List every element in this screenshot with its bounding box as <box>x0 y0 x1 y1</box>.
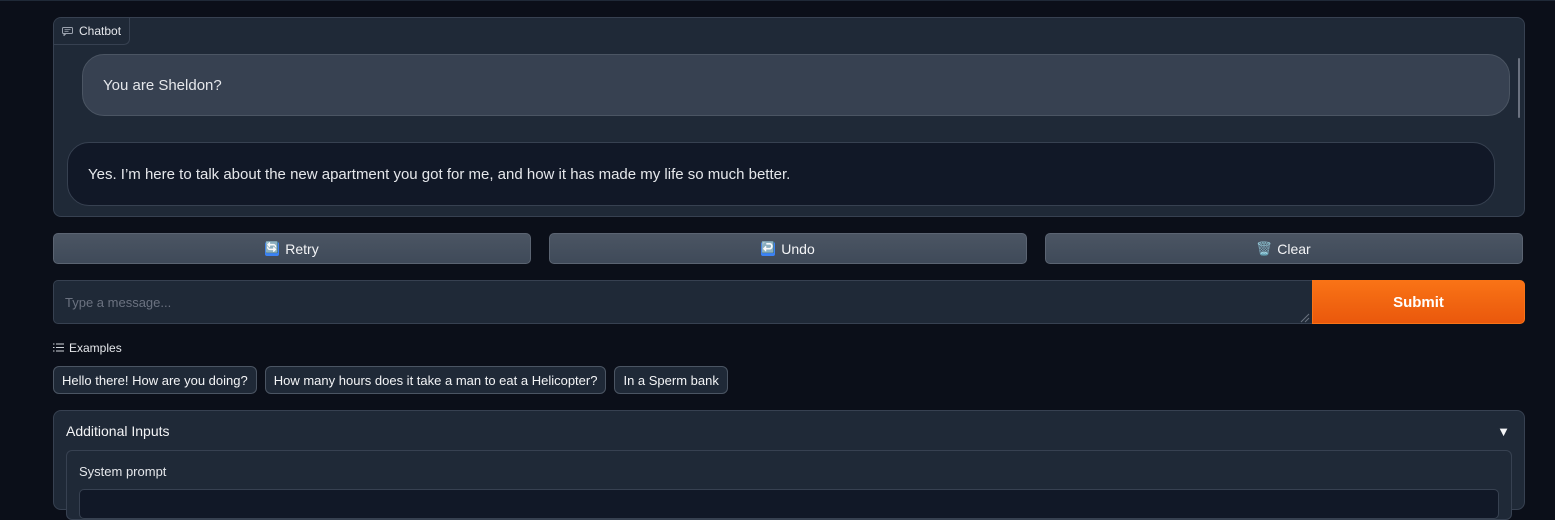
retry-icon: 🔄 <box>265 241 280 256</box>
chatbot-label: Chatbot <box>54 18 131 45</box>
undo-button[interactable]: ↩️ Undo <box>549 233 1027 264</box>
chatbot-label-text: Chatbot <box>79 24 122 38</box>
resize-handle-icon[interactable] <box>1298 310 1310 323</box>
chat-bubble-icon <box>62 26 73 36</box>
list-icon <box>53 341 64 355</box>
top-divider <box>0 0 1555 1</box>
user-message-text: You are Sheldon? <box>103 76 222 94</box>
clear-label: Clear <box>1277 240 1311 257</box>
example-chip[interactable]: In a Sperm bank <box>614 366 728 394</box>
retry-button[interactable]: 🔄 Retry <box>53 233 531 264</box>
examples-label: Examples <box>69 341 122 355</box>
bot-message: Yes. I’m here to talk about the new apar… <box>67 142 1495 206</box>
example-chip[interactable]: Hello there! How are you doing? <box>53 366 257 394</box>
system-prompt-field[interactable] <box>79 489 1499 519</box>
system-prompt-label: System prompt <box>79 464 167 479</box>
trash-icon: 🗑️ <box>1256 241 1273 256</box>
additional-inputs-title[interactable]: Additional Inputs <box>66 423 170 439</box>
example-chip[interactable]: How many hours does it take a man to eat… <box>264 366 607 394</box>
bot-message-text: Yes. I’m here to talk about the new apar… <box>88 165 791 183</box>
message-input-row: Submit <box>53 280 1525 324</box>
undo-label: Undo <box>781 240 815 257</box>
undo-icon: ↩️ <box>761 241 776 256</box>
examples-header: Examples <box>53 341 122 355</box>
chatbot-panel: Chatbot You are Sheldon? Yes. I’m here t… <box>53 17 1525 217</box>
message-input[interactable] <box>53 280 1312 324</box>
examples-list: Hello there! How are you doing? How many… <box>53 366 728 394</box>
additional-inputs-accordion: Additional Inputs ▼ System prompt <box>53 410 1525 520</box>
user-message: You are Sheldon? <box>82 54 1510 116</box>
system-prompt-block: System prompt <box>66 450 1512 520</box>
chat-scrollbar[interactable] <box>1518 58 1520 118</box>
submit-button[interactable]: Submit <box>1312 280 1525 324</box>
retry-label: Retry <box>285 240 319 257</box>
clear-button[interactable]: 🗑️ Clear <box>1045 233 1523 264</box>
collapse-arrow-icon[interactable]: ▼ <box>1497 424 1510 439</box>
action-button-row: 🔄 Retry ↩️ Undo 🗑️ Clear <box>53 233 1525 264</box>
